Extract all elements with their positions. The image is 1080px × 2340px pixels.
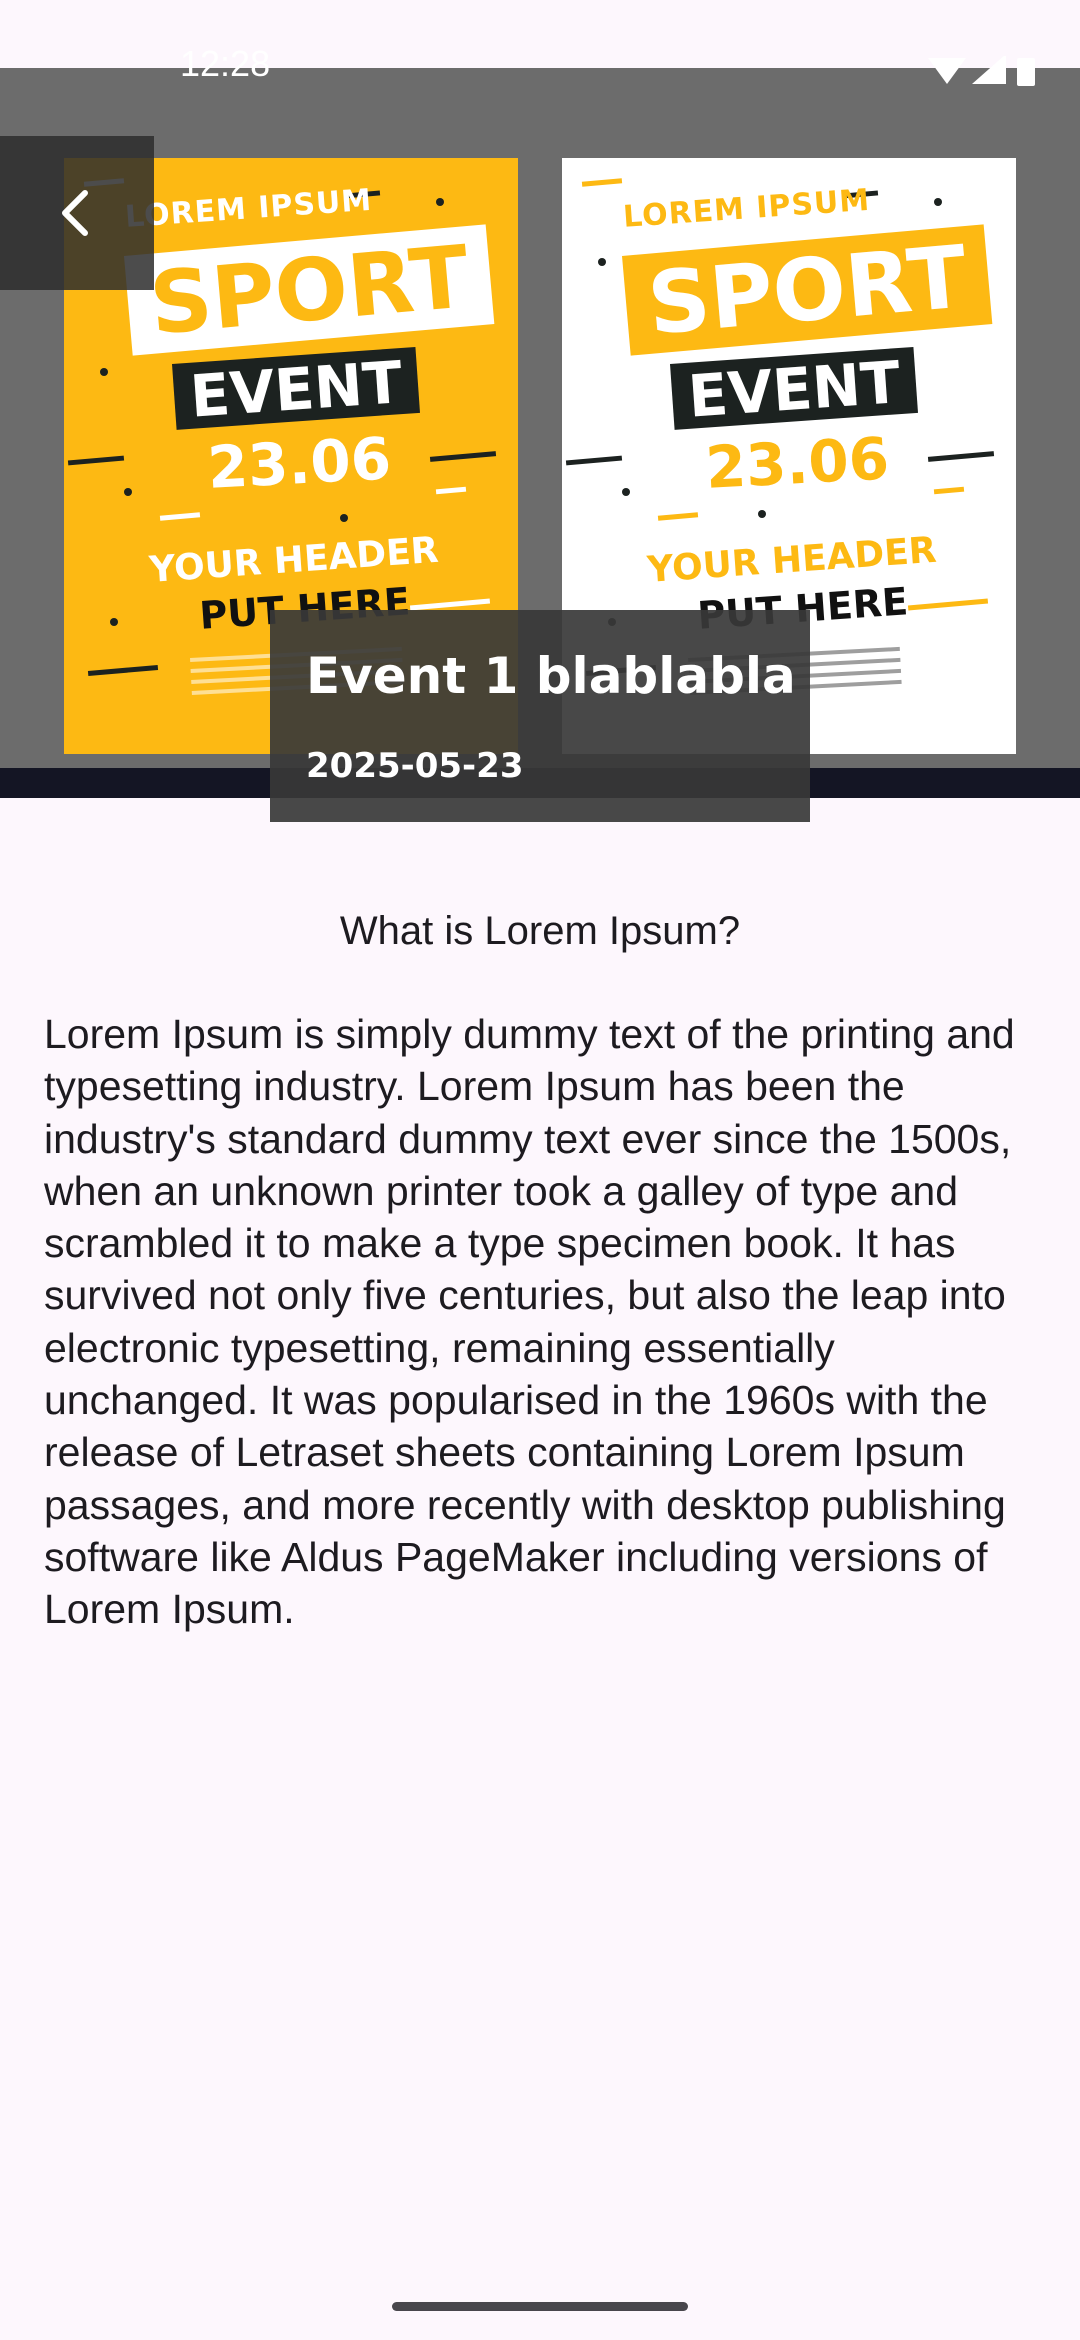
section-heading: What is Lorem Ipsum? <box>339 909 741 953</box>
status-icons <box>880 54 1040 86</box>
signal-icon <box>972 54 1006 84</box>
poster-lorem: LOREM IPSUM <box>622 182 872 235</box>
poster-date: 23.06 <box>205 424 393 502</box>
status-icons-svg <box>928 54 1035 86</box>
home-indicator[interactable] <box>392 2302 688 2311</box>
wifi-icon <box>928 58 966 84</box>
back-button[interactable] <box>0 136 154 290</box>
poster-sport: SPORT <box>622 224 993 356</box>
poster-event: EVENT <box>670 346 919 431</box>
battery-icon <box>1017 58 1035 86</box>
body-text: Lorem Ipsum is simply dummy text of the … <box>44 1011 1015 1633</box>
event-title: Event 1 blablabla <box>306 647 796 705</box>
poster-date: 23.06 <box>703 424 891 502</box>
event-title-card: Event 1 blablabla 2025-05-23 <box>270 610 810 822</box>
chevron-left-icon <box>62 190 88 236</box>
poster-lorem: LOREM IPSUM <box>124 182 374 235</box>
poster-sport: SPORT <box>124 224 495 356</box>
status-time: 12:28 <box>180 43 271 84</box>
poster-event: EVENT <box>172 346 421 431</box>
event-date: 2025-05-23 <box>306 746 524 786</box>
